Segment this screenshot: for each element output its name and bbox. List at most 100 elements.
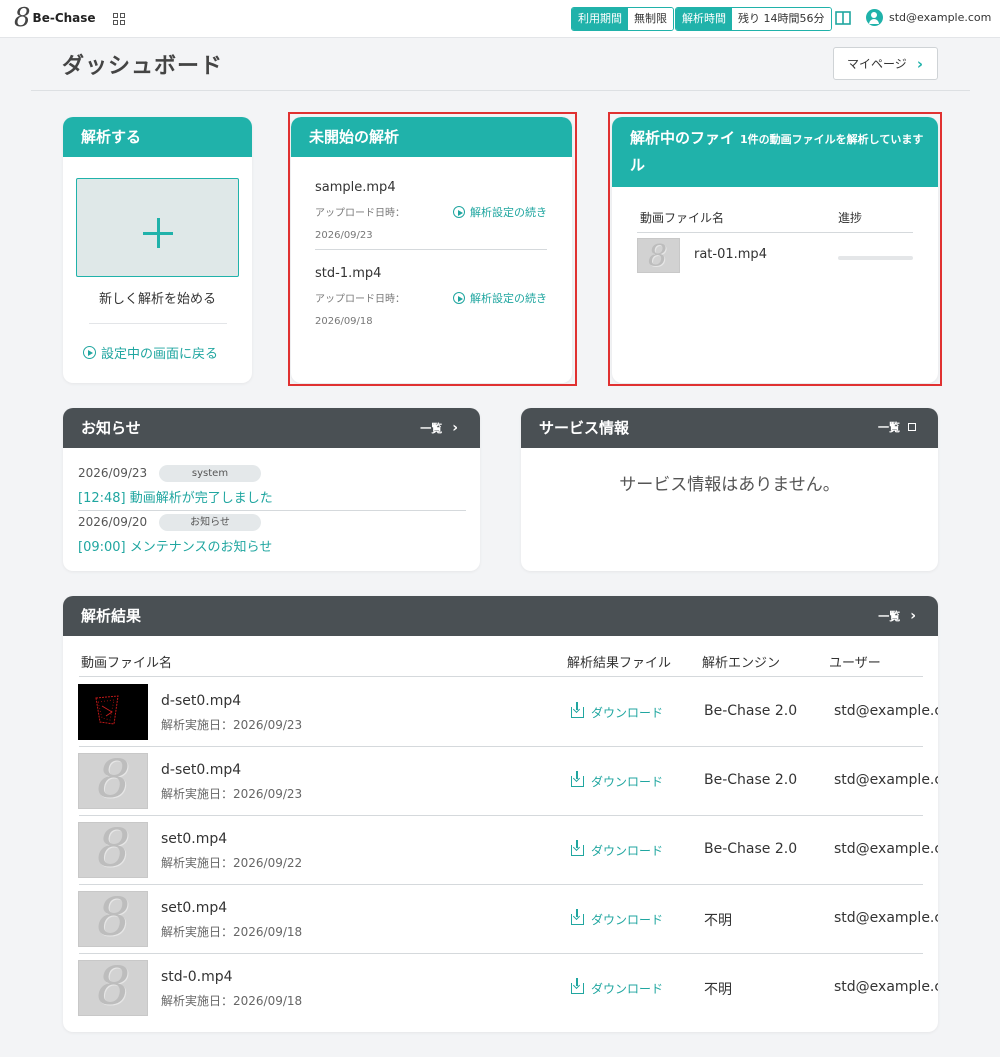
news-card-header: お知らせ 一覧 › (63, 408, 480, 448)
video-thumbnail: 8 (78, 960, 148, 1016)
time-value: 残り 14時間56分 (732, 8, 831, 30)
download-label: ダウンロード (591, 982, 664, 996)
download-label: ダウンロード (591, 913, 664, 927)
download-link[interactable]: ダウンロード (571, 771, 664, 790)
column-header-engine: 解析エンジン (702, 656, 781, 671)
result-date: 解析実施日：2026/09/18 (161, 994, 303, 1008)
result-engine: Be-Chase 2.0 (704, 841, 798, 857)
download-link[interactable]: ダウンロード (571, 978, 664, 997)
logo-mark: 8 (14, 3, 31, 33)
list-link-label: 一覧 (878, 610, 901, 623)
new-analysis-button[interactable] (76, 178, 239, 277)
video-thumbnail (78, 684, 148, 740)
page-title: ダッシュボード (62, 54, 224, 79)
title-divider (31, 90, 970, 91)
chevron-right-icon: › (910, 608, 916, 624)
result-date: 解析実施日：2026/09/22 (161, 856, 303, 870)
download-icon (571, 702, 584, 718)
download-icon (571, 909, 584, 925)
news-item: 2026/09/20 お知らせ [09:00] メンテナンスのお知らせ (78, 514, 466, 555)
result-user: std@example.com (834, 841, 938, 857)
result-engine: Be-Chase 2.0 (704, 703, 798, 719)
video-thumbnail: 8 (78, 822, 148, 878)
results-card-title: 解析結果 (81, 607, 142, 625)
grid-icon[interactable] (113, 13, 125, 25)
download-label: ダウンロード (591, 775, 664, 789)
service-empty-message: サービス情報はありません。 (619, 475, 840, 495)
time-label: 解析時間 (676, 8, 732, 30)
usage-period-badge: 利用期間 無制限 (571, 7, 674, 31)
results-card-header: 解析結果 一覧 › (63, 596, 938, 636)
result-user: std@example.com (834, 910, 938, 926)
highlight-box (288, 112, 577, 386)
back-link-label: 設定中の画面に戻る (101, 347, 219, 362)
mypage-label: マイページ (847, 57, 907, 71)
result-date: 解析実施日：2026/09/23 (161, 787, 303, 801)
results-list-link[interactable]: 一覧 › (878, 596, 916, 637)
service-list-link[interactable]: 一覧 (878, 408, 916, 448)
analysis-time-badge: 解析時間 残り 14時間56分 (675, 7, 832, 31)
book-icon[interactable] (835, 11, 851, 25)
user-icon (866, 9, 883, 26)
user-menu[interactable]: std@example.com (866, 9, 991, 26)
news-tag: system (159, 465, 261, 482)
analyze-card: 解析する 新しく解析を始める 設定中の画面に戻る (63, 117, 252, 383)
result-file-name: std-0.mp4 (161, 969, 233, 985)
column-header-file: 動画ファイル名 (81, 656, 173, 671)
download-link[interactable]: ダウンロード (571, 909, 664, 928)
download-icon (571, 771, 584, 787)
result-file-name: d-set0.mp4 (161, 762, 242, 778)
table-row[interactable]: 8 set0.mp4 解析実施日：2026/09/22 ダウンロード Be-Ch… (63, 815, 938, 884)
table-row[interactable]: 8 std-0.mp4 解析実施日：2026/09/18 ダウンロード 不明 s… (63, 953, 938, 1022)
news-tag: お知らせ (159, 514, 261, 531)
news-date: 2026/09/23 (78, 466, 148, 480)
external-link-icon (908, 423, 916, 431)
mypage-button[interactable]: マイページ › (833, 47, 938, 80)
divider (78, 510, 466, 511)
chevron-right-icon: › (452, 420, 458, 436)
result-file-name: d-set0.mp4 (161, 693, 242, 709)
result-file-name: set0.mp4 (161, 900, 228, 916)
news-list-link[interactable]: 一覧 › (420, 408, 458, 449)
download-icon (571, 840, 584, 856)
download-label: ダウンロード (591, 706, 664, 720)
download-label: ダウンロード (591, 844, 664, 858)
list-link-label: 一覧 (420, 422, 443, 435)
service-card-header: サービス情報 一覧 (521, 408, 938, 448)
download-link[interactable]: ダウンロード (571, 702, 664, 721)
result-user: std@example.com (834, 703, 938, 719)
results-card: 解析結果 一覧 › 動画ファイル名 解析結果ファイル 解析エンジン ユーザー d-… (63, 596, 938, 1032)
news-title-link[interactable]: [12:48] 動画解析が完了しました (78, 487, 466, 506)
back-to-settings-link[interactable]: 設定中の画面に戻る (83, 343, 218, 362)
new-analysis-label: 新しく解析を始める (98, 292, 216, 307)
result-date: 解析実施日：2026/09/23 (161, 718, 303, 732)
user-email: std@example.com (889, 11, 992, 24)
column-header-result: 解析結果ファイル (567, 656, 672, 671)
service-info-card: サービス情報 一覧 サービス情報はありません。 (521, 408, 938, 571)
video-thumbnail: 8 (78, 891, 148, 947)
table-row[interactable]: d-set0.mp4 解析実施日：2026/09/23 ダウンロード Be-Ch… (63, 677, 938, 746)
table-row[interactable]: 8 set0.mp4 解析実施日：2026/09/18 ダウンロード 不明 st… (63, 884, 938, 953)
table-row[interactable]: 8 d-set0.mp4 解析実施日：2026/09/23 ダウンロード Be-… (63, 746, 938, 815)
news-date: 2026/09/20 (78, 515, 148, 529)
download-icon (571, 978, 584, 994)
news-card-title: お知らせ (81, 419, 141, 437)
result-file-name: set0.mp4 (161, 831, 228, 847)
play-icon (83, 346, 96, 359)
list-link-label: 一覧 (878, 421, 900, 434)
highlight-box (608, 112, 942, 386)
result-engine: 不明 (704, 982, 732, 998)
period-label: 利用期間 (572, 8, 628, 30)
app-logo[interactable]: 8 Be-Chase (14, 3, 96, 33)
result-engine: Be-Chase 2.0 (704, 772, 798, 788)
download-link[interactable]: ダウンロード (571, 840, 664, 859)
result-user: std@example.com (834, 979, 938, 995)
news-card: お知らせ 一覧 › 2026/09/23 system [12:48] 動画解析が… (63, 408, 480, 571)
news-title-link[interactable]: [09:00] メンテナンスのお知らせ (78, 536, 466, 555)
news-item: 2026/09/23 system [12:48] 動画解析が完了しました (78, 465, 466, 506)
logo-text: Be-Chase (32, 11, 96, 25)
period-value: 無制限 (628, 8, 673, 30)
divider (89, 323, 227, 324)
chevron-right-icon: › (916, 55, 923, 73)
video-thumbnail: 8 (78, 753, 148, 809)
